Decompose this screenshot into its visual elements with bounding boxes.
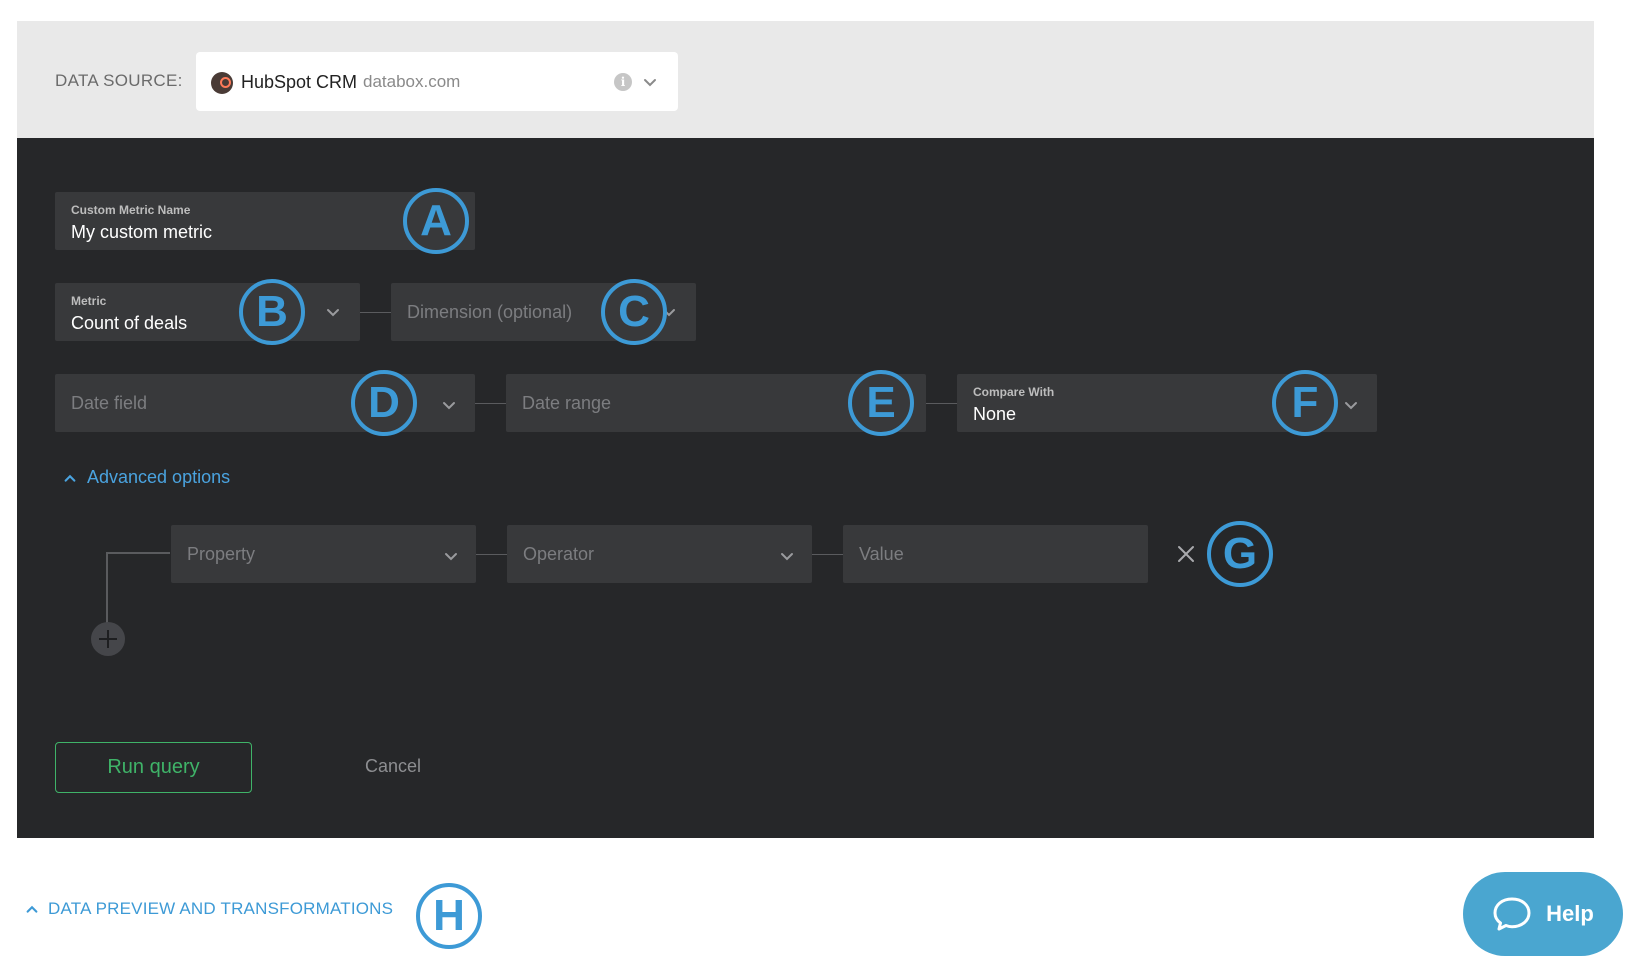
connector-line [475,403,506,404]
add-filter-button[interactable] [91,622,125,656]
info-icon[interactable]: i [614,73,632,91]
compare-with-label: Compare With [973,385,1055,399]
annotation-e: E [848,370,914,436]
data-source-select[interactable]: HubSpot CRM databox.com i [196,52,678,111]
chevron-up-icon [26,905,38,913]
custom-metric-name-label: Custom Metric Name [71,203,191,217]
close-icon[interactable] [1175,543,1197,565]
query-builder-panel: Custom Metric Name My custom metric A Me… [17,138,1594,838]
filter-operator-select[interactable]: Operator [507,525,812,583]
annotation-b: B [239,279,305,345]
data-preview-toggle[interactable]: DATA PREVIEW AND TRANSFORMATIONS [25,899,393,919]
annotation-f: F [1272,370,1338,436]
advanced-options-label: Advanced options [87,467,231,487]
filter-tree-line [106,553,108,623]
data-preview-label: DATA PREVIEW AND TRANSFORMATIONS [48,899,394,918]
compare-with-value: None [973,404,1017,424]
annotation-a: A [403,188,469,254]
help-button[interactable]: Help [1463,872,1623,956]
chevron-down-icon [445,553,457,561]
custom-metric-name-value: My custom metric [71,222,213,242]
chevron-down-icon [1345,402,1357,410]
chevron-up-icon [64,474,76,482]
filter-property-select[interactable]: Property [171,525,476,583]
run-query-button[interactable]: Run query [55,742,252,793]
dimension-placeholder: Dimension (optional) [407,301,573,322]
data-source-bar: DATA SOURCE: HubSpot CRM databox.com i [17,21,1594,138]
chevron-down-icon [327,309,339,317]
advanced-options-toggle[interactable]: Advanced options [63,467,230,488]
data-source-domain: databox.com [363,72,461,91]
connector-line [360,312,391,313]
date-field-placeholder: Date field [71,392,148,413]
metric-value: Count of deals [71,313,188,333]
data-source-name: HubSpot CRM [241,72,358,92]
chat-bubble-icon [1493,897,1531,931]
cancel-button[interactable]: Cancel [365,756,421,777]
help-label: Help [1546,901,1594,926]
hubspot-logo-icon [211,72,233,94]
date-range-placeholder: Date range [522,392,612,413]
connector-line [926,403,957,404]
connector-line [476,554,507,555]
filter-operator-placeholder: Operator [523,543,595,564]
annotation-h: H [416,883,482,949]
annotation-d: D [351,370,417,436]
filter-value-placeholder: Value [859,543,904,564]
filter-value-input[interactable]: Value [843,525,1148,583]
chevron-down-icon[interactable] [642,74,658,90]
metric-label: Metric [71,294,107,308]
chevron-down-icon [443,402,455,410]
filter-property-placeholder: Property [187,543,256,564]
filter-tree-line [106,552,170,554]
connector-line [812,554,843,555]
metric-select[interactable]: Metric Count of deals [55,283,360,341]
chevron-down-icon [781,553,793,561]
annotation-c: C [601,279,667,345]
data-source-label: DATA SOURCE: [55,71,183,90]
annotation-g: G [1207,521,1273,587]
